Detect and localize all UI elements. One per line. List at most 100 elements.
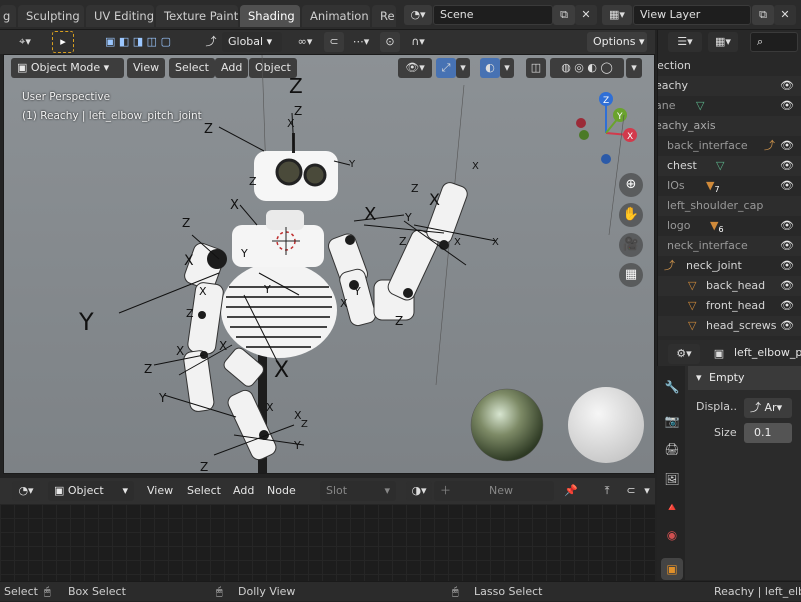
eye-icon[interactable]: 👁: [780, 176, 794, 196]
outliner-label: eachy_axis: [658, 119, 716, 132]
shader-type-dropdown[interactable]: ▣ Object ▾: [48, 481, 134, 501]
outliner-row[interactable]: back_interface ⤴ 👁: [658, 136, 801, 156]
outliner-row[interactable]: ⤴ neck_joint 👁: [658, 256, 801, 276]
outliner-label: IOs: [667, 179, 685, 192]
outliner-row[interactable]: eachy 👁: [658, 76, 801, 96]
outliner-row[interactable]: IOs ▼7 👁: [658, 176, 801, 196]
tab-rendering[interactable]: Re: [372, 5, 396, 27]
view-layer-browse-icon[interactable]: ▦▾: [602, 5, 632, 25]
close-icon[interactable]: ✕: [774, 5, 796, 25]
proportional-edit-icon[interactable]: ⊙: [380, 32, 400, 52]
object-icon: ▽: [688, 279, 697, 292]
copy-view-layer-icon[interactable]: ⧉: [752, 5, 774, 25]
outliner-row[interactable]: logo ▼6 👁: [658, 216, 801, 236]
material-icon[interactable]: ◑▾: [406, 481, 432, 501]
parent-node-tree-icon[interactable]: ⤒: [596, 481, 618, 501]
copy-scene-icon[interactable]: ⧉: [553, 5, 575, 25]
selection-mode-icons[interactable]: ▣ ◧ ◨ ◫ ▢: [90, 32, 186, 52]
tool-icon[interactable]: 🔧: [661, 376, 683, 398]
size-field[interactable]: 0.1: [744, 423, 792, 443]
outliner-row[interactable]: ▽ back_head 👁: [658, 276, 801, 296]
object-properties-icon[interactable]: ▣: [661, 558, 683, 580]
pin-icon[interactable]: 📌: [560, 481, 582, 501]
svg-text:Z: Z: [249, 175, 257, 188]
empty-panel-header[interactable]: ▾ Empty: [688, 366, 801, 390]
editor-type-icon[interactable]: ◔▾: [12, 481, 40, 501]
chevron-down-icon[interactable]: ▾: [640, 481, 654, 501]
eye-icon[interactable]: 👁: [780, 276, 794, 296]
shader-editor-header: ◔▾ ▣ Object ▾ View Select Add Node Slot ▾…: [0, 478, 655, 504]
tab-layout[interactable]: g: [0, 5, 16, 27]
outliner-row[interactable]: ane ▽ 👁: [658, 96, 801, 116]
outliner-row[interactable]: ection: [658, 56, 801, 76]
svg-text:X: X: [176, 344, 184, 358]
snap-magnet-icon[interactable]: ⊂: [324, 32, 344, 52]
render-icon[interactable]: 📷: [661, 410, 683, 432]
orientation-dropdown[interactable]: Global ▾: [222, 32, 282, 52]
eye-icon[interactable]: 👁: [780, 216, 794, 236]
eye-icon[interactable]: 👁: [780, 296, 794, 316]
menu-select[interactable]: Select: [181, 481, 227, 501]
tab-shading[interactable]: Shading: [240, 5, 300, 27]
menu-node[interactable]: Node: [261, 481, 302, 501]
svg-text:Z: Z: [395, 314, 403, 328]
snap-icon[interactable]: ⊂: [620, 481, 642, 501]
outliner-label: left_shoulder_cap: [667, 199, 764, 212]
object-icon: ▽: [688, 319, 697, 332]
svg-text:X: X: [266, 401, 274, 414]
snap-link-icon[interactable]: ∞▾: [288, 32, 322, 52]
eye-icon[interactable]: 👁: [780, 156, 794, 176]
select-tool-icon[interactable]: ▸: [52, 31, 74, 53]
filter-icon[interactable]: ▦▾: [708, 32, 738, 52]
falloff-icon[interactable]: ∩▾: [402, 32, 434, 52]
outliner-row[interactable]: left_shoulder_cap: [658, 196, 801, 216]
svg-text:Y: Y: [240, 247, 248, 260]
svg-text:X: X: [274, 358, 289, 383]
new-material-button[interactable]: ＋ New: [434, 481, 554, 501]
close-icon[interactable]: ✕: [575, 5, 597, 25]
output-icon[interactable]: 🖨: [661, 438, 683, 460]
eye-icon[interactable]: 👁: [780, 76, 794, 96]
outliner-search-input[interactable]: ⌕: [750, 32, 798, 52]
scene-name-field[interactable]: Scene: [433, 5, 553, 25]
snap-increment-icon[interactable]: ⋯▾: [346, 32, 376, 52]
eye-icon[interactable]: 👁: [780, 136, 794, 156]
tab-animation[interactable]: Animation: [302, 5, 370, 27]
outliner-row[interactable]: ▽ front_head 👁: [658, 296, 801, 316]
armature-icon: ⤴: [764, 139, 775, 152]
eye-icon[interactable]: 👁: [780, 96, 794, 116]
node-editor-grid[interactable]: [0, 504, 655, 581]
outliner-row[interactable]: chest ▽ 👁: [658, 156, 801, 176]
options-dropdown[interactable]: Options ▾: [587, 32, 647, 52]
eye-icon[interactable]: 👁: [780, 236, 794, 256]
new-label: New: [489, 484, 513, 497]
transform-pivot-icon[interactable]: ⌖▾: [8, 32, 42, 52]
editor-type-icon[interactable]: ⚙▾: [668, 344, 700, 364]
display-type-dropdown[interactable]: ⤴ Ar▾: [744, 398, 792, 418]
outliner-row[interactable]: eachy_axis: [658, 116, 801, 136]
slot-label: Slot: [326, 484, 348, 497]
tab-uv-editing[interactable]: UV Editing: [86, 5, 154, 27]
eye-icon[interactable]: 👁: [780, 256, 794, 276]
3d-viewport[interactable]: ▣ Object Mode ▾ View Select Add Object 👁…: [3, 54, 655, 474]
svg-text:X: X: [199, 285, 207, 298]
slot-dropdown[interactable]: Slot ▾: [320, 481, 396, 501]
eye-icon[interactable]: 👁: [780, 316, 794, 336]
scene-browse-icon[interactable]: ◔▾: [404, 5, 432, 25]
svg-text:Y: Y: [263, 283, 271, 296]
outliner-row[interactable]: neck_interface 👁: [658, 236, 801, 256]
world-icon[interactable]: ◉: [661, 524, 683, 546]
view-layer-field[interactable]: View Layer: [633, 5, 751, 25]
svg-text:Y: Y: [348, 159, 356, 170]
svg-text:X: X: [492, 237, 499, 248]
display-mode-icon[interactable]: ☰▾: [668, 32, 702, 52]
scene-icon[interactable]: 🔺: [661, 496, 683, 518]
svg-text:X: X: [364, 204, 376, 225]
outliner-row[interactable]: ▽ head_screws 👁: [658, 316, 801, 336]
menu-view[interactable]: View: [141, 481, 179, 501]
tab-sculpting[interactable]: Sculpting: [18, 5, 84, 27]
menu-add[interactable]: Add: [227, 481, 260, 501]
tab-texture-paint[interactable]: Texture Paint: [156, 5, 238, 27]
view-layer-icon[interactable]: 🖼: [661, 468, 683, 490]
svg-text:Z: Z: [301, 419, 308, 430]
